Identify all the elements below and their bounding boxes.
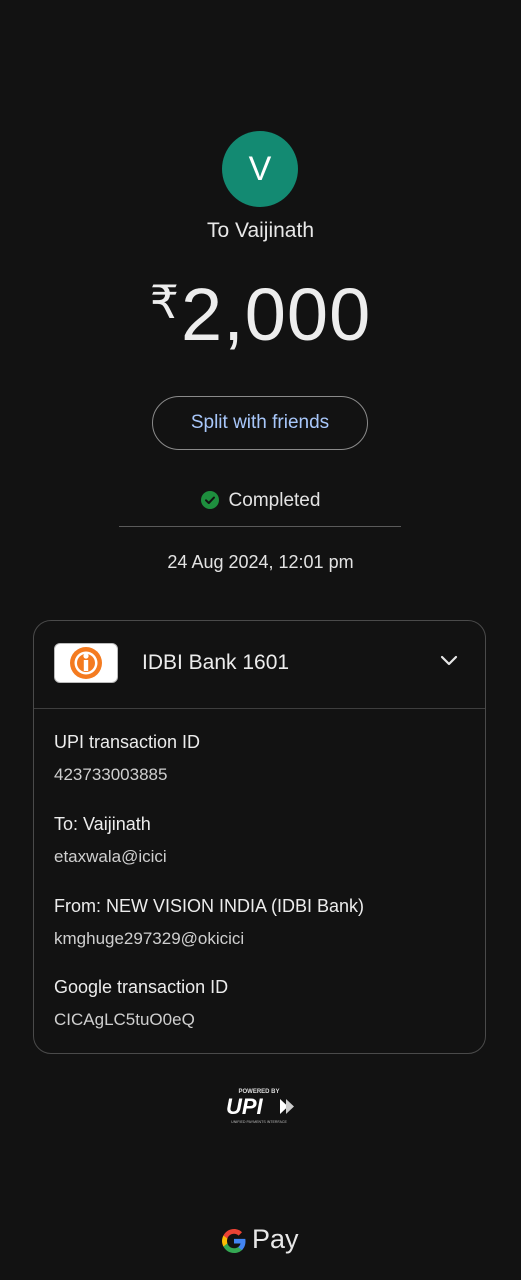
divider [119, 526, 401, 527]
split-with-friends-button[interactable]: Split with friends [152, 396, 368, 450]
gpay-label: Pay [252, 1224, 299, 1254]
detail-label: UPI transaction ID [54, 732, 201, 752]
to-recipient-row: To: Vaijinath etaxwala@icici [54, 814, 167, 867]
from-sender-row: From: NEW VISION INDIA (IDBI Bank) kmghu… [54, 896, 364, 949]
chevron-down-icon[interactable] [439, 651, 459, 676]
detail-value[interactable]: CICAgLC5tuO0eQ [54, 1010, 228, 1030]
check-circle-icon [200, 491, 219, 515]
recipient-name: To Vaijinath [206, 219, 314, 242]
google-g-icon [221, 1228, 247, 1259]
upi-transaction-id-row: UPI transaction ID 423733003885 [54, 732, 200, 785]
status-text: Completed [228, 490, 321, 511]
detail-label: From: NEW VISION INDIA (IDBI Bank) [54, 896, 365, 916]
transaction-timestamp: 24 Aug 2024, 12:01 pm [167, 552, 354, 572]
detail-value[interactable]: 423733003885 [54, 765, 200, 785]
upi-wordmark: UPI [226, 1094, 264, 1119]
detail-label: To: Vaijinath [54, 814, 151, 834]
amount-value: 2,000 [181, 273, 372, 356]
google-transaction-id-row: Google transaction ID CICAgLC5tuO0eQ [54, 977, 228, 1030]
detail-label: Google transaction ID [54, 977, 229, 997]
recipient-avatar: V [222, 131, 298, 207]
bank-account-header[interactable]: IDBI Bank 1601 [34, 621, 485, 709]
avatar-letter: V [248, 150, 272, 188]
idbi-bank-logo [54, 643, 118, 683]
bank-account-name: IDBI Bank 1601 [142, 651, 290, 674]
detail-value[interactable]: kmghuge297329@okicici [54, 929, 364, 949]
payment-status: Completed [0, 490, 521, 515]
transaction-details-card: IDBI Bank 1601 UPI transaction ID 423733… [33, 620, 486, 1054]
payment-amount: ₹2,000 [0, 272, 521, 357]
upi-tagline: UNIFIED PAYMENTS INTERFACE [231, 1120, 287, 1124]
currency-symbol: ₹ [149, 276, 180, 328]
detail-value[interactable]: etaxwala@icici [54, 847, 167, 867]
upi-logo: POWERED BY UPI UNIFIED PAYMENTS INTERFAC… [222, 1086, 298, 1126]
